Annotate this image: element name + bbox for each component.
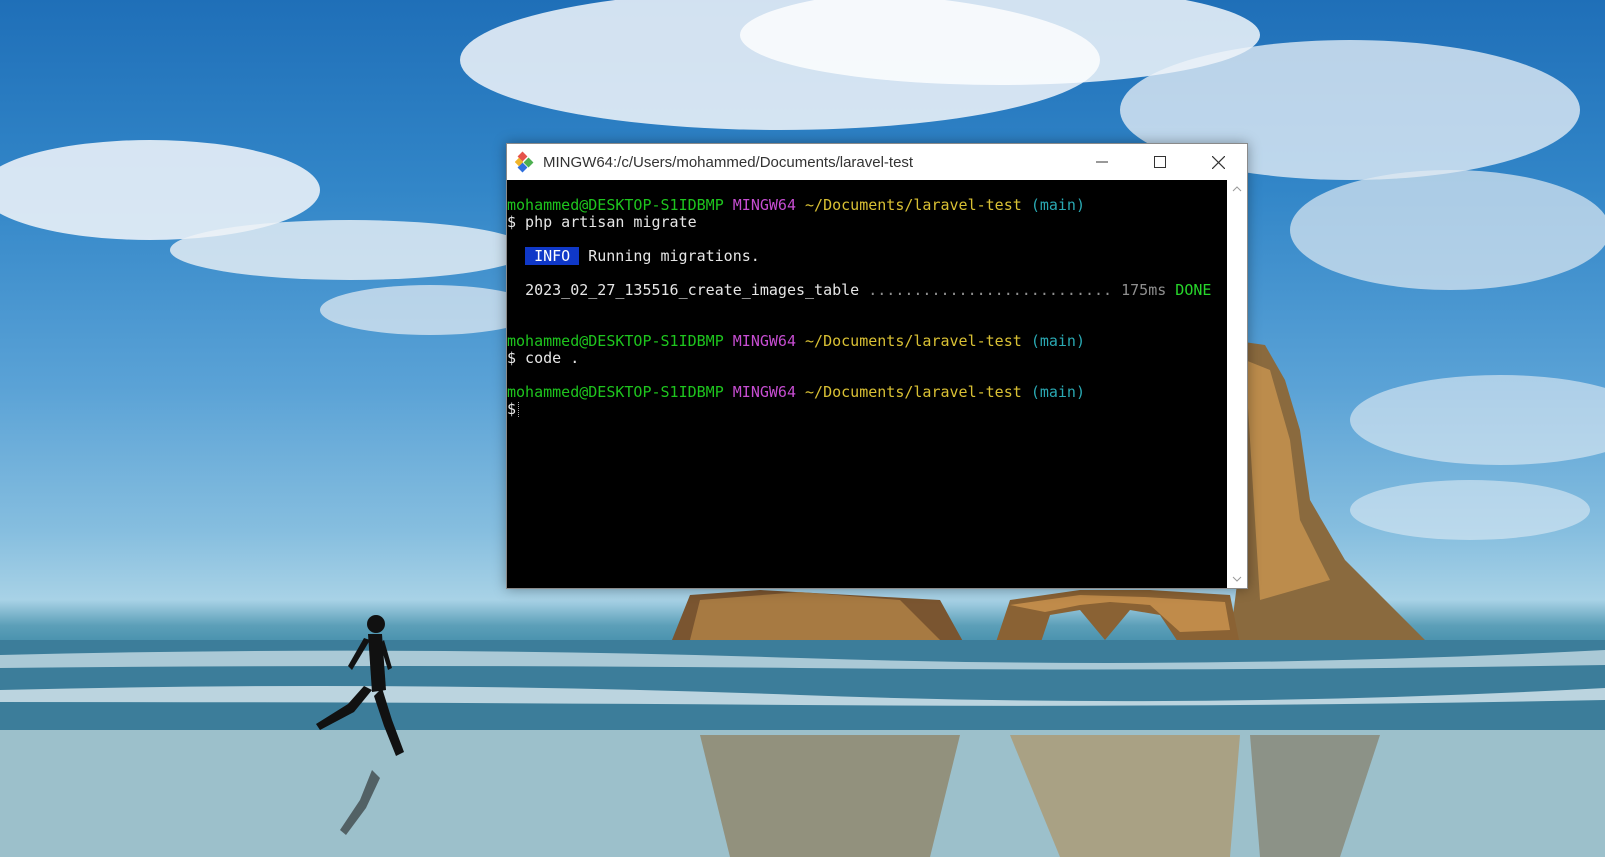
prompt-path: ~/Documents/laravel-test	[805, 196, 1022, 214]
window-controls	[1073, 144, 1247, 180]
migration-time: 175ms	[1121, 281, 1167, 299]
title-bar[interactable]: MINGW64:/c/Users/mohammed/Documents/lara…	[507, 144, 1247, 180]
close-button[interactable]	[1189, 144, 1247, 180]
migration-line: 2023_02_27_135516_create_images_table ..…	[507, 282, 1227, 299]
prompt-branch: (main)	[1030, 196, 1085, 214]
chevron-down-icon	[1232, 576, 1242, 582]
prompt-branch: (main)	[1030, 332, 1085, 350]
prompt-path: ~/Documents/laravel-test	[805, 383, 1022, 401]
close-icon	[1211, 155, 1225, 169]
prompt-line-2: mohammed@DESKTOP-S1IDBMP MINGW64 ~/Docum…	[507, 333, 1227, 350]
git-bash-icon	[514, 151, 537, 173]
prompt-user: mohammed@DESKTOP-S1IDBMP	[507, 332, 724, 350]
maximize-button[interactable]	[1131, 144, 1189, 180]
minimize-icon	[1096, 161, 1108, 163]
prompt-line-1: mohammed@DESKTOP-S1IDBMP MINGW64 ~/Docum…	[507, 197, 1227, 214]
text-cursor	[518, 402, 520, 417]
prompt-symbol: $	[507, 400, 517, 418]
migration-status: DONE	[1175, 281, 1212, 299]
maximize-icon	[1154, 156, 1166, 168]
info-line: INFO Running migrations.	[507, 247, 1227, 265]
prompt-user: mohammed@DESKTOP-S1IDBMP	[507, 383, 724, 401]
command-line-2: $ code .	[507, 349, 580, 367]
terminal-window[interactable]: MINGW64:/c/Users/mohammed/Documents/lara…	[506, 143, 1248, 589]
prompt-branch: (main)	[1030, 383, 1085, 401]
minimize-button[interactable]	[1073, 144, 1131, 180]
scroll-up-button[interactable]	[1227, 180, 1247, 198]
prompt-user: mohammed@DESKTOP-S1IDBMP	[507, 196, 724, 214]
migration-name: 2023_02_27_135516_create_images_table	[525, 281, 860, 299]
prompt-env: MINGW64	[732, 332, 796, 350]
vertical-scrollbar[interactable]	[1227, 180, 1247, 588]
prompt-line-3: mohammed@DESKTOP-S1IDBMP MINGW64 ~/Docum…	[507, 384, 1227, 401]
window-title: MINGW64:/c/Users/mohammed/Documents/lara…	[543, 153, 914, 171]
command-line-3[interactable]: $	[507, 401, 1227, 418]
info-text: Running migrations.	[588, 247, 760, 265]
prompt-env: MINGW64	[732, 196, 796, 214]
prompt-path: ~/Documents/laravel-test	[805, 332, 1022, 350]
chevron-up-icon	[1232, 186, 1242, 192]
prompt-env: MINGW64	[732, 383, 796, 401]
command-line-1: $ php artisan migrate	[507, 213, 697, 231]
info-badge: INFO	[525, 247, 580, 265]
scroll-down-button[interactable]	[1227, 570, 1247, 588]
terminal-output[interactable]: mohammed@DESKTOP-S1IDBMP MINGW64 ~/Docum…	[507, 180, 1227, 588]
migration-dots: ...........................	[868, 281, 1113, 299]
